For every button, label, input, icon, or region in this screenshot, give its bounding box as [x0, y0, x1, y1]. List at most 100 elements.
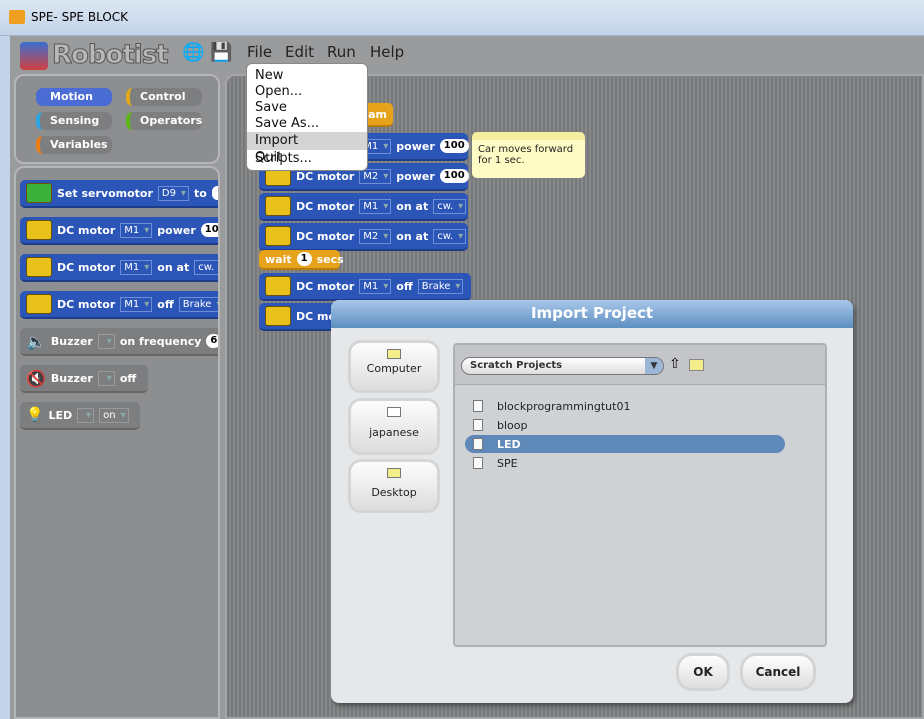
block-buzzer-on[interactable]: 🔈 Buzzer on frequency 6: [20, 328, 218, 356]
block-label: on at: [396, 229, 429, 243]
category-variables[interactable]: Variables: [36, 136, 112, 154]
location-desktop-button[interactable]: Desktop: [351, 462, 437, 510]
block-label: Set servomotor: [57, 186, 153, 200]
block-buzzer-off[interactable]: 🔇 Buzzer off: [20, 365, 148, 393]
new-folder-icon[interactable]: [689, 359, 704, 371]
buzzer-dropdown[interactable]: [97, 333, 115, 349]
path-dropdown[interactable]: Scratch Projects ▼: [461, 357, 664, 375]
motor-off-icon: [26, 294, 52, 314]
seconds-input[interactable]: 1: [296, 252, 312, 266]
wait-block[interactable]: wait 1 secs: [259, 250, 344, 270]
location-home-button[interactable]: japanese: [351, 401, 437, 452]
category-operators[interactable]: Operators: [126, 112, 202, 130]
led-state-dropdown[interactable]: on: [99, 407, 129, 423]
file-browser: Scratch Projects ▼ ⇧ blockprogrammingtut0…: [453, 343, 827, 647]
save-icon[interactable]: 💾: [210, 42, 232, 63]
dialog-title: Import Project: [331, 300, 853, 328]
motor-dropdown[interactable]: M1: [359, 278, 392, 294]
block-label: on frequency: [119, 334, 202, 348]
menu-item-new[interactable]: New: [247, 68, 367, 84]
port-dropdown[interactable]: D9: [157, 185, 189, 201]
menu-item-save-as[interactable]: Save As...: [247, 116, 367, 132]
file-item-selected[interactable]: LED: [465, 435, 785, 453]
block-label: DC motor: [57, 260, 116, 274]
file-icon: [473, 438, 483, 450]
location-label: Computer: [366, 362, 422, 375]
cancel-button[interactable]: Cancel: [743, 656, 813, 688]
menu-edit[interactable]: Edit: [285, 43, 314, 61]
value-input[interactable]: [211, 186, 218, 200]
folder-icon: [387, 468, 401, 478]
import-project-dialog: Import Project Computer japanese Desktop…: [331, 300, 853, 703]
category-motion[interactable]: Motion: [36, 88, 112, 106]
block-label: secs: [316, 252, 344, 266]
block-label: DC motor: [296, 229, 355, 243]
file-name: SPE: [497, 456, 518, 470]
block-dc-motor-off[interactable]: DC motor M1 off Brake: [20, 291, 218, 319]
category-control[interactable]: Control: [126, 88, 202, 106]
motor-icon: [265, 196, 291, 216]
block-led[interactable]: 💡 LED on: [20, 402, 140, 430]
dc-motor-block[interactable]: DC motor M1 on at cw.: [259, 193, 468, 221]
location-label: japanese: [369, 426, 419, 439]
menu-help[interactable]: Help: [370, 43, 404, 61]
file-icon: [473, 400, 483, 412]
option-dropdown[interactable]: cw.: [433, 198, 467, 214]
menu-item-save[interactable]: Save: [247, 100, 367, 116]
block-label: off: [396, 279, 413, 293]
block-label: LED: [48, 408, 73, 422]
motor-dropdown[interactable]: M1: [359, 198, 392, 214]
menu-item-import-scripts[interactable]: Import Scripts...: [247, 132, 367, 166]
dc-motor-block[interactable]: DC motor M1 off Brake: [259, 273, 471, 301]
power-input[interactable]: 100: [439, 169, 469, 183]
computer-icon: [387, 349, 401, 359]
file-name: blockprogrammingtut01: [497, 399, 631, 413]
window-titlebar: SPE- SPE BLOCK: [0, 0, 924, 36]
ok-button[interactable]: OK: [679, 656, 727, 688]
file-item[interactable]: blockprogrammingtut01: [465, 397, 785, 415]
motor-dropdown[interactable]: M2: [359, 228, 392, 244]
block-dc-motor-power[interactable]: DC motor M1 power 100: [20, 217, 218, 245]
block-label: on at: [157, 260, 190, 274]
motor-dropdown[interactable]: M1: [120, 296, 153, 312]
dropdown-arrow-icon: ▼: [645, 358, 663, 374]
servo-icon: [26, 183, 52, 203]
home-icon: [387, 407, 401, 417]
up-folder-icon[interactable]: ⇧: [669, 356, 681, 372]
path-label: Scratch Projects: [470, 360, 563, 371]
file-icon: [473, 419, 483, 431]
dc-motor-block[interactable]: DC motor M2 on at cw.: [259, 223, 468, 251]
file-item[interactable]: bloop: [465, 416, 785, 434]
menu-run[interactable]: Run: [327, 43, 356, 61]
menu-item-open[interactable]: Open...: [247, 84, 367, 100]
block-label: DC motor: [296, 169, 355, 183]
globe-icon[interactable]: 🌐: [182, 42, 204, 63]
option-dropdown[interactable]: Brake: [417, 278, 464, 294]
category-sensing[interactable]: Sensing: [36, 112, 112, 130]
file-icon: [473, 457, 483, 469]
motor-dropdown[interactable]: M1: [120, 222, 153, 238]
location-computer-button[interactable]: Computer: [351, 343, 437, 390]
window-frame: [0, 36, 10, 719]
menu-file[interactable]: File: [247, 43, 272, 61]
block-label: power: [157, 223, 196, 237]
block-dc-motor-on[interactable]: DC motor M1 on at cw.: [20, 254, 218, 282]
motor-dropdown[interactable]: M2: [359, 168, 392, 184]
led-port-dropdown[interactable]: [77, 407, 95, 423]
motor-dropdown[interactable]: M1: [120, 259, 153, 275]
brake-dropdown[interactable]: Brake: [178, 296, 218, 312]
motor-icon: [265, 276, 291, 296]
file-item[interactable]: SPE: [465, 454, 785, 472]
block-set-servomotor[interactable]: Set servomotor D9 to: [20, 180, 218, 208]
file-menu-dropdown: New Open... Save Save As... Import Scrip…: [246, 63, 368, 171]
option-dropdown[interactable]: cw.: [433, 228, 467, 244]
direction-dropdown[interactable]: cw.: [194, 259, 218, 275]
power-input[interactable]: 100: [200, 223, 218, 237]
comment-note[interactable]: Car moves forward for 1 sec.: [472, 132, 585, 178]
frequency-input[interactable]: 6: [206, 334, 218, 348]
app-logo: Robotist: [52, 40, 170, 71]
power-input[interactable]: 100: [439, 139, 469, 153]
buzzer-dropdown[interactable]: [97, 370, 115, 386]
app-icon: [9, 10, 25, 24]
block-label: off: [157, 297, 174, 311]
